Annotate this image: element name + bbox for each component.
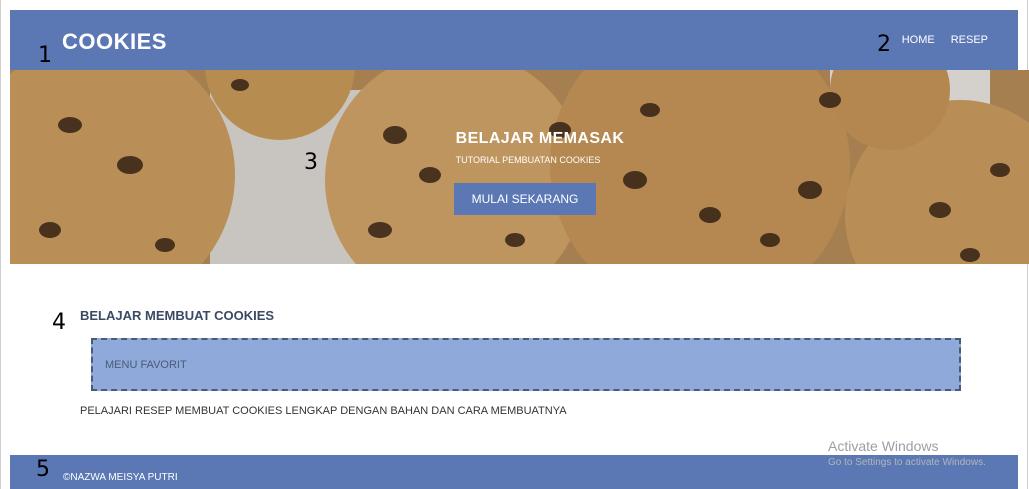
- favorite-menu-box[interactable]: MENU FAVORIT: [91, 338, 961, 391]
- footer-copyright: ©NAZWA MEISYA PUTRI: [63, 472, 178, 483]
- annotation-2: 2: [877, 32, 891, 57]
- activate-windows-title: Activate Windows: [828, 438, 939, 454]
- start-now-button[interactable]: MULAI SEKARANG: [454, 183, 596, 215]
- hero-subtitle: TUTORIAL PEMBUATAN COOKIES: [455, 155, 601, 165]
- annotation-4: 4: [52, 310, 66, 335]
- nav-resep-link[interactable]: RESEP: [951, 34, 988, 46]
- activate-windows-subtitle: Go to Settings to activate Windows.: [828, 457, 986, 468]
- main-nav: HOME RESEP: [902, 34, 988, 46]
- site-header: COOKIES HOME RESEP: [10, 10, 1018, 70]
- favorite-menu-label: MENU FAVORIT: [105, 359, 187, 371]
- section-title: BELAJAR MEMBUAT COOKIES: [80, 308, 275, 323]
- hero-title: BELAJAR MEMASAK: [455, 130, 625, 147]
- nav-home-link[interactable]: HOME: [902, 34, 935, 46]
- page-border-left: [0, 0, 1, 489]
- annotation-3: 3: [304, 150, 318, 175]
- annotation-1: 1: [38, 43, 52, 68]
- cookie-background-image: [10, 70, 1029, 264]
- annotation-5: 5: [36, 457, 50, 482]
- hero-banner: BELAJAR MEMASAK TUTORIAL PEMBUATAN COOKI…: [10, 70, 1029, 264]
- site-logo[interactable]: COOKIES: [62, 29, 167, 55]
- recipe-description: PELAJARI RESEP MEMBUAT COOKIES LENGKAP D…: [80, 405, 567, 417]
